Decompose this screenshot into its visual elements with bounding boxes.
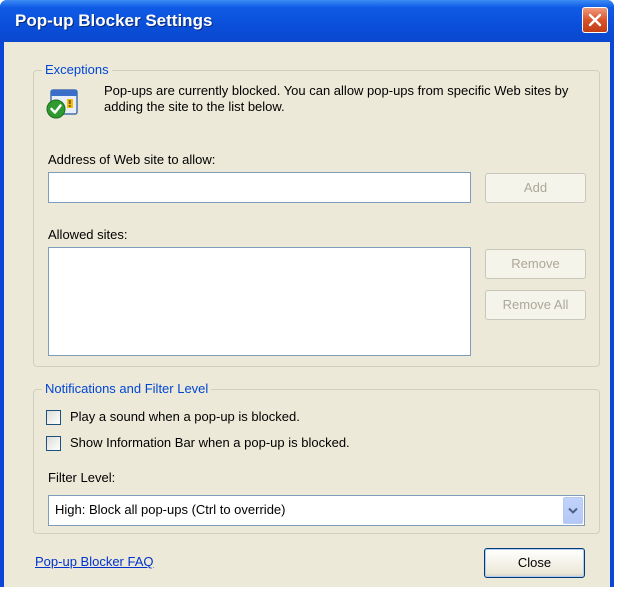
- notifications-legend: Notifications and Filter Level: [42, 381, 212, 396]
- exceptions-group: Exceptions Pop-ups are currently blocked…: [33, 62, 600, 367]
- info-message: Pop-ups are currently blocked. You can a…: [104, 83, 569, 114]
- remove-button[interactable]: Remove: [485, 249, 586, 279]
- address-input[interactable]: [48, 172, 471, 203]
- add-button[interactable]: Add: [485, 173, 586, 203]
- filter-level-label: Filter Level:: [48, 470, 116, 485]
- filter-level-dropdown[interactable]: High: Block all pop-ups (Ctrl to overrid…: [48, 495, 585, 526]
- close-button[interactable]: Close: [484, 548, 585, 578]
- address-label: Address of Web site to allow:: [48, 152, 216, 167]
- dropdown-arrow-button[interactable]: [563, 497, 583, 524]
- dialog-body: Exceptions Pop-ups are currently blocked…: [4, 42, 610, 587]
- faq-link[interactable]: Pop-up Blocker FAQ: [35, 554, 154, 569]
- filter-level-value: High: Block all pop-ups (Ctrl to overrid…: [55, 502, 286, 517]
- exceptions-legend: Exceptions: [42, 62, 112, 77]
- dialog-window: Pop-up Blocker Settings Exceptions Pop-u…: [0, 0, 614, 587]
- title-bar[interactable]: Pop-up Blocker Settings: [0, 0, 614, 42]
- show-info-bar-label[interactable]: Show Information Bar when a pop-up is bl…: [70, 435, 350, 450]
- show-info-bar-checkbox[interactable]: [46, 436, 61, 451]
- window-title: Pop-up Blocker Settings: [15, 11, 213, 30]
- close-window-button[interactable]: [582, 7, 608, 33]
- allowed-sites-list[interactable]: [48, 247, 471, 356]
- shield-checkmark-icon: [46, 89, 78, 119]
- chevron-down-icon: [568, 507, 578, 514]
- allowed-sites-label: Allowed sites:: [48, 227, 128, 242]
- play-sound-checkbox[interactable]: [46, 410, 61, 425]
- remove-all-button[interactable]: Remove All: [485, 290, 586, 320]
- play-sound-label[interactable]: Play a sound when a pop-up is blocked.: [70, 409, 300, 424]
- notifications-group: Notifications and Filter Level Play a so…: [33, 381, 600, 534]
- close-x-icon: [588, 13, 602, 27]
